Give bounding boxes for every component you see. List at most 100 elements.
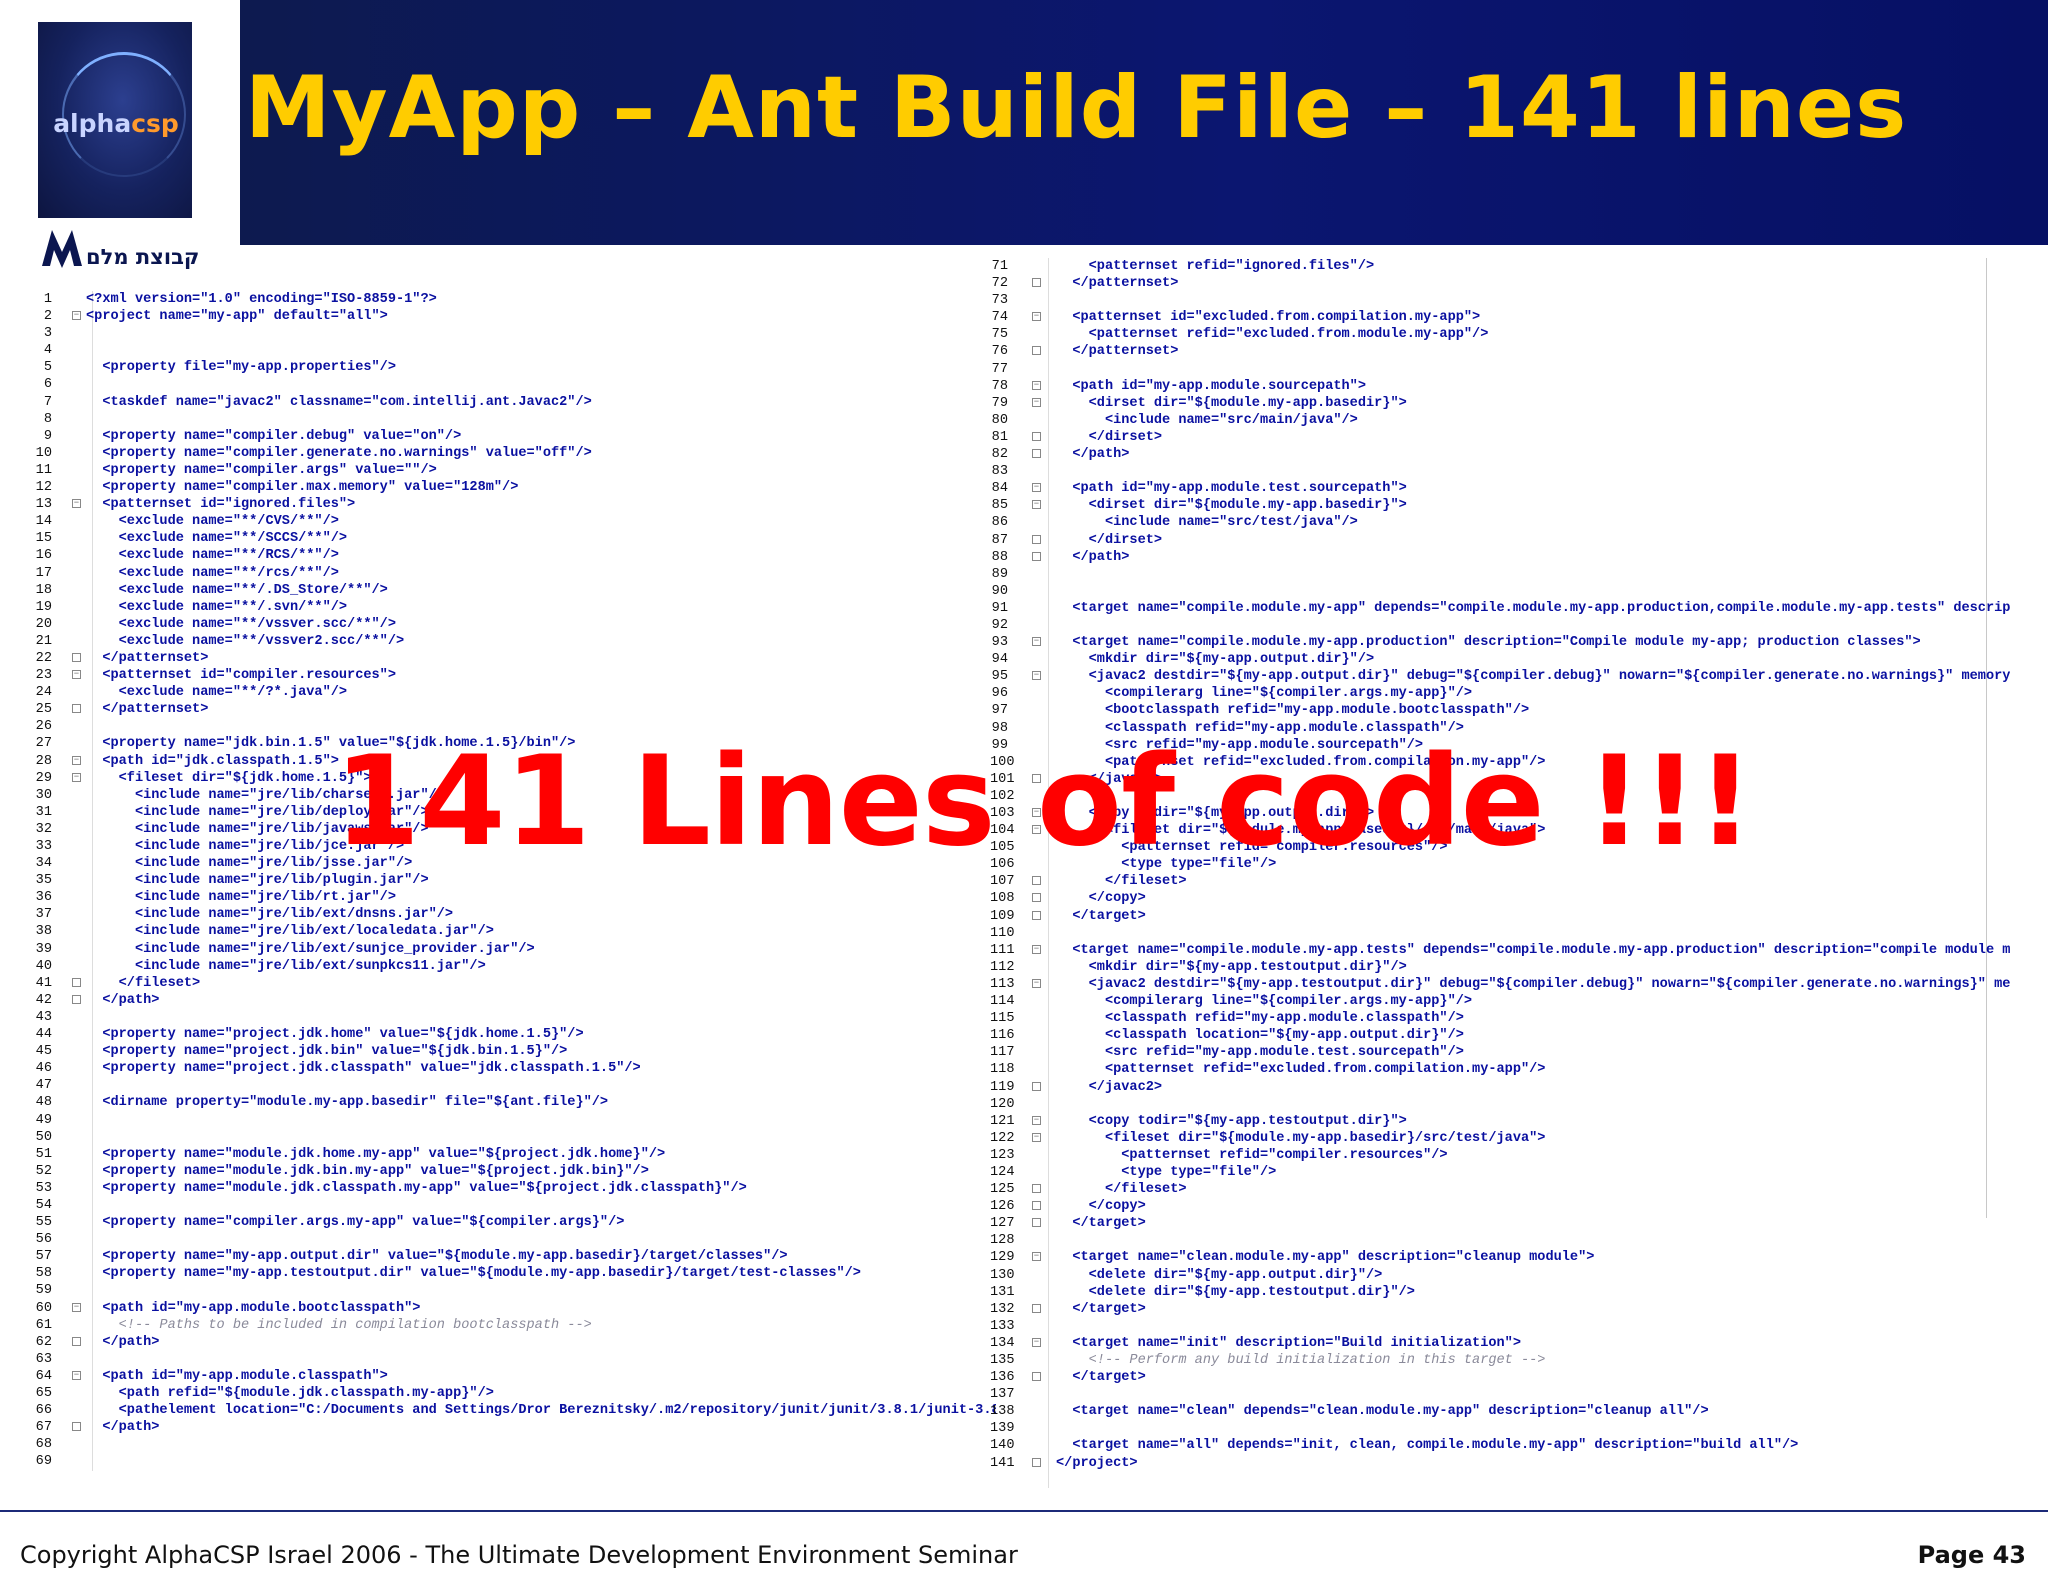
fold-end-icon[interactable] <box>72 1422 81 1432</box>
fold-end-icon[interactable] <box>1032 1372 1041 1382</box>
code-text: <property name="module.jdk.classpath.my-… <box>86 1180 747 1196</box>
fold-collapse-icon[interactable]: − <box>1032 312 1041 322</box>
code-text: <fileset dir="${jdk.home.1.5}"> <box>86 770 372 786</box>
fold-collapse-icon[interactable]: − <box>72 772 81 782</box>
line-number: 132 <box>990 1301 1015 1317</box>
line-number: 23 <box>35 668 52 684</box>
fold-end-icon[interactable] <box>1032 431 1041 441</box>
line-number: 107 <box>990 874 1015 890</box>
code-line: 10 <property name="compiler.generate.no.… <box>28 445 996 462</box>
code-text: <include name="jre/lib/rt.jar"/> <box>86 890 396 906</box>
fold-collapse-icon[interactable]: − <box>1032 944 1041 954</box>
fold-end-icon[interactable] <box>1032 1303 1041 1313</box>
fold-end-icon[interactable] <box>72 704 81 714</box>
fold-collapse-icon[interactable]: − <box>1032 1337 1041 1347</box>
code-line: 88 </path> <box>990 549 2010 566</box>
code-text: <exclude name="**/SCCS/**"/> <box>86 531 348 547</box>
fold-end-icon[interactable] <box>72 1336 81 1346</box>
line-number: 79 <box>991 395 1008 411</box>
code-line: 73 <box>990 292 2010 309</box>
fold-collapse-icon[interactable]: − <box>72 1370 81 1380</box>
fold-end-icon[interactable] <box>1032 534 1041 544</box>
code-line: 61 <!-- Paths to be included in compilat… <box>28 1317 996 1334</box>
slide-header: alphacsp קבוצת מלם MyApp – Ant Build Fil… <box>0 0 2048 269</box>
code-text: <compilerarg line="${compiler.args.my-ap… <box>1056 686 1473 702</box>
fold-end-icon[interactable] <box>1032 278 1041 288</box>
fold-end-icon[interactable] <box>1032 893 1041 903</box>
fold-end-icon[interactable] <box>1032 1081 1041 1091</box>
code-line: 109 </target> <box>990 908 2010 925</box>
line-number: 70 <box>28 1470 52 1471</box>
fold-end-icon[interactable] <box>72 977 81 987</box>
code-line: 131 <delete dir="${my-app.testoutput.dir… <box>990 1284 2010 1301</box>
code-text: <type type="file"/> <box>1056 1164 1277 1180</box>
code-text: <property name="compiler.max.memory" val… <box>86 480 519 496</box>
fold-end-icon[interactable] <box>1032 876 1041 886</box>
line-number: 33 <box>35 839 52 854</box>
code-text: <dirname property="module.my-app.basedir… <box>86 1095 609 1111</box>
line-number: 4 <box>43 343 52 359</box>
line-number: 31 <box>35 804 52 820</box>
line-number: 141 <box>990 1455 1015 1471</box>
code-line: 94 <mkdir dir="${my-app.output.dir}"/> <box>990 651 2010 668</box>
fold-end-icon[interactable] <box>1032 1457 1041 1467</box>
code-line: 19 <exclude name="**/.svn/**"/> <box>28 599 996 616</box>
fold-collapse-icon[interactable]: − <box>1032 1252 1041 1262</box>
code-line: 15 <exclude name="**/SCCS/**"/> <box>28 530 996 547</box>
line-number: 20 <box>35 616 52 632</box>
code-line: 8 <box>28 411 996 428</box>
code-line: 59 <box>28 1282 996 1299</box>
fold-collapse-icon[interactable]: − <box>1032 671 1041 681</box>
fold-collapse-icon[interactable]: − <box>1032 1132 1041 1142</box>
code-line: 97 <bootclasspath refid="my-app.module.b… <box>990 702 2010 719</box>
line-number: 59 <box>35 1283 52 1299</box>
code-line: 113 − <javac2 destdir="${my-app.testoutpu… <box>990 976 2010 993</box>
code-line: 40 <include name="jre/lib/ext/sunpkcs11.… <box>28 958 996 975</box>
fold-collapse-icon[interactable]: − <box>72 670 81 680</box>
line-number: 77 <box>991 361 1008 377</box>
fold-end-icon[interactable] <box>1032 1218 1041 1228</box>
fold-end-icon[interactable] <box>72 994 81 1004</box>
code-text: <exclude name="**/.DS_Store/**"/> <box>86 582 388 598</box>
code-text: <target name="clean" depends="clean.modu… <box>1056 1404 1709 1420</box>
line-number: 121 <box>990 1113 1015 1129</box>
code-line: 25 </patternset> <box>28 701 996 718</box>
line-number: 57 <box>35 1249 52 1265</box>
fold-collapse-icon[interactable]: − <box>1032 397 1041 407</box>
code-text: <fileset dir="${module.my-app.basedir}/s… <box>1056 1130 1546 1146</box>
code-text: </patternset> <box>1056 344 1179 360</box>
fold-collapse-icon[interactable]: − <box>1032 500 1041 510</box>
fold-collapse-icon[interactable]: − <box>1032 978 1041 988</box>
code-line: 4 <box>28 342 996 359</box>
fold-collapse-icon[interactable]: − <box>1032 637 1041 647</box>
fold-end-icon[interactable] <box>1032 346 1041 356</box>
code-text: <property name="project.jdk.home" value=… <box>86 1027 584 1043</box>
line-number: 61 <box>35 1317 52 1333</box>
fold-collapse-icon[interactable]: − <box>72 311 81 321</box>
code-text: <property name="project.jdk.bin" value="… <box>86 1044 568 1060</box>
fold-end-icon[interactable] <box>1032 1184 1041 1194</box>
fold-collapse-icon[interactable]: − <box>72 755 81 765</box>
code-text: <patternset refid="ignored.files"/> <box>1056 259 1375 274</box>
fold-collapse-icon[interactable]: − <box>1032 1115 1041 1125</box>
code-line: 55 <property name="compiler.args.my-app"… <box>28 1214 996 1231</box>
code-text: </path> <box>1056 549 1130 565</box>
code-line: 3 <box>28 325 996 342</box>
fold-collapse-icon[interactable]: − <box>1032 483 1041 493</box>
line-number: 108 <box>990 891 1015 907</box>
fold-end-icon[interactable] <box>1032 910 1041 920</box>
code-text: <bootclasspath refid="my-app.module.boot… <box>1056 703 1530 719</box>
code-comment: <!-- Paths to be included in compilation… <box>86 1317 592 1333</box>
fold-collapse-icon[interactable]: − <box>72 1302 81 1312</box>
fold-end-icon[interactable] <box>1032 1201 1041 1211</box>
code-line: 17 <exclude name="**/rcs/**"/> <box>28 565 996 582</box>
fold-collapse-icon[interactable]: − <box>72 499 81 509</box>
code-text: <include name="src/main/java"/> <box>1056 412 1358 428</box>
code-text: <property file="my-app.properties"/> <box>86 360 396 376</box>
code-line: 79 − <dirset dir="${module.my-app.basedir… <box>990 395 2010 412</box>
line-number: 53 <box>35 1180 52 1196</box>
fold-end-icon[interactable] <box>1032 449 1041 459</box>
fold-end-icon[interactable] <box>1032 551 1041 561</box>
fold-end-icon[interactable] <box>72 652 81 662</box>
fold-collapse-icon[interactable]: − <box>1032 380 1041 390</box>
